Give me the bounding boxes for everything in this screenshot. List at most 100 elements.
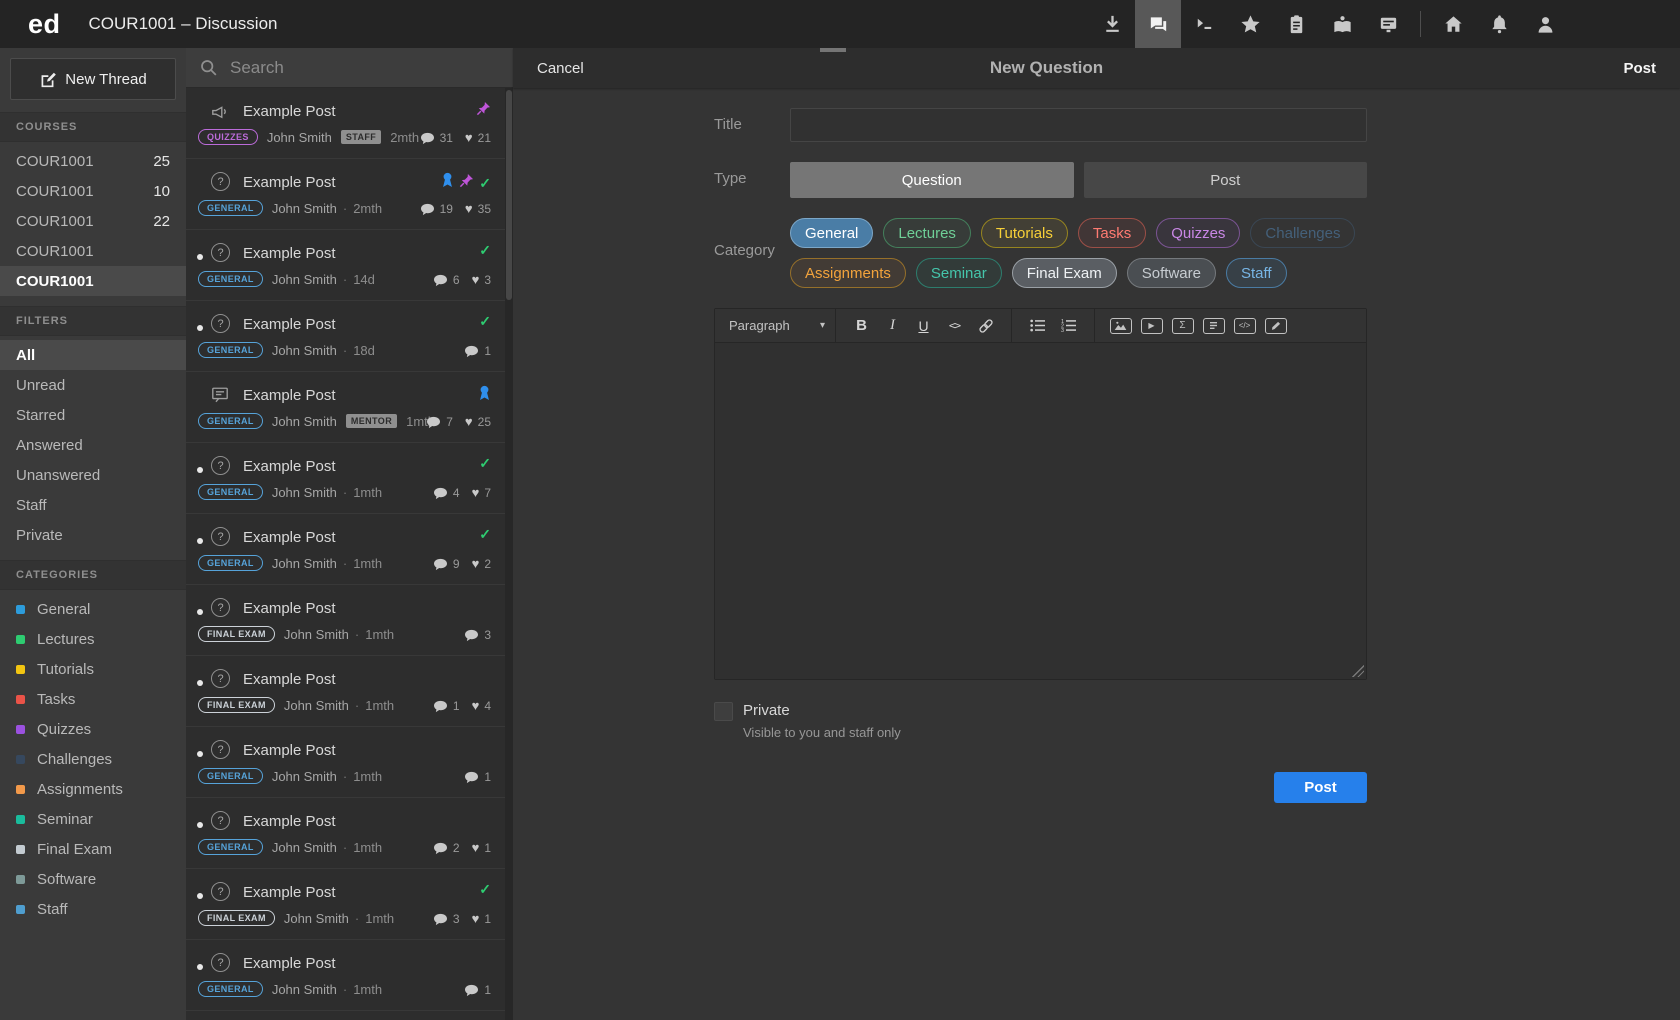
sidebar-item-course[interactable]: COUR1001: [0, 266, 186, 296]
thread-status-icons: ✓: [441, 172, 491, 193]
thread-list-item[interactable]: ? Example Post ✓ QUIZZES John Smith: [186, 88, 505, 159]
ed-logo[interactable]: ed: [28, 9, 61, 40]
sidebar-item-category[interactable]: Assignments: [0, 774, 186, 804]
post-submit-button[interactable]: Post: [1274, 772, 1367, 803]
paragraph-style-dropdown[interactable]: Paragraph ▾: [729, 318, 825, 333]
sidebar-item-filter[interactable]: Private: [0, 520, 186, 550]
thread-list-item[interactable]: ? Example Post ✓ GENERAL John Smith: [186, 443, 505, 514]
thread-list-item[interactable]: ? Example Post ✓ GENERAL John Smith: [186, 230, 505, 301]
sidebar-item-filter[interactable]: Staff: [0, 490, 186, 520]
new-thread-button[interactable]: New Thread: [10, 58, 176, 100]
sidebar-item-category[interactable]: Tutorials: [0, 654, 186, 684]
heart-count: 35: [478, 202, 491, 216]
category-chip[interactable]: Challenges: [1250, 218, 1355, 248]
panel-scrollbar-thumb[interactable]: [820, 48, 846, 52]
bullet-list-button[interactable]: [1022, 309, 1053, 342]
sidebar-item-filter[interactable]: Unanswered: [0, 460, 186, 490]
thread-list-item[interactable]: ? Example Post ✓ FINAL EXAM John Smi: [186, 585, 505, 656]
category-chip[interactable]: Lectures: [883, 218, 971, 248]
sidebar-item-category[interactable]: Tasks: [0, 684, 186, 714]
sidebar-item-category[interactable]: Final Exam: [0, 834, 186, 864]
thread-title: Example Post: [243, 671, 336, 688]
thread-list-item[interactable]: ? Example Post ✓ FINAL EXAM John Smi: [186, 656, 505, 727]
sidebar-item-course[interactable]: COUR1001 25: [0, 146, 186, 176]
thread-title: Example Post: [243, 174, 336, 191]
code-block-button[interactable]: </>: [1229, 309, 1260, 342]
account-icon[interactable]: [1522, 0, 1568, 48]
private-checkbox[interactable]: [714, 702, 733, 721]
comments-icon: [464, 771, 479, 784]
sidebar-item-category[interactable]: Challenges: [0, 744, 186, 774]
sidebar-item-category[interactable]: Software: [0, 864, 186, 894]
category-chip[interactable]: Tutorials: [981, 218, 1068, 248]
link-button[interactable]: [970, 309, 1001, 342]
type-option-button[interactable]: Post: [1084, 162, 1368, 198]
bold-button[interactable]: B: [846, 309, 877, 342]
sidebar-item-category[interactable]: Quizzes: [0, 714, 186, 744]
answered-check-icon: ✓: [479, 456, 491, 470]
category-color-dot: [16, 755, 25, 764]
inline-code-button[interactable]: <>: [939, 309, 970, 342]
category-chip[interactable]: Staff: [1226, 258, 1287, 288]
discussion-icon[interactable]: [1135, 0, 1181, 48]
thread-list-item[interactable]: ? Example Post ✓ FINAL EXAM John Smi: [186, 869, 505, 940]
home-icon[interactable]: [1430, 0, 1476, 48]
category-chip[interactable]: Assignments: [790, 258, 906, 288]
underline-button[interactable]: U: [908, 309, 939, 342]
sidebar-item-course[interactable]: COUR1001: [0, 236, 186, 266]
messages-icon[interactable]: [1365, 0, 1411, 48]
download-icon[interactable]: [1089, 0, 1135, 48]
category-chip[interactable]: Seminar: [916, 258, 1002, 288]
sidebar-item-filter[interactable]: Unread: [0, 370, 186, 400]
insert-document-button[interactable]: [1198, 309, 1229, 342]
sidebar-item-category[interactable]: Lectures: [0, 624, 186, 654]
category-chip[interactable]: Tasks: [1078, 218, 1146, 248]
meta-separator: ·: [343, 272, 347, 287]
resources-icon[interactable]: [1319, 0, 1365, 48]
category-chip[interactable]: General: [790, 218, 873, 248]
sidebar-item-filter[interactable]: All: [0, 340, 186, 370]
category-chip[interactable]: Software: [1127, 258, 1216, 288]
sidebar-item-category[interactable]: General: [0, 594, 186, 624]
question-icon: ?: [211, 456, 230, 475]
category-chip[interactable]: Quizzes: [1156, 218, 1240, 248]
hearts-group: ♥ 3: [472, 273, 491, 287]
terminal-icon[interactable]: [1181, 0, 1227, 48]
sidebar-item-filter[interactable]: Answered: [0, 430, 186, 460]
thread-time: 2mth: [353, 201, 382, 216]
search-input[interactable]: [228, 57, 500, 79]
sidebar-item-category[interactable]: Staff: [0, 894, 186, 924]
italic-button[interactable]: I: [877, 309, 908, 342]
sidebar-item-course[interactable]: COUR1001 10: [0, 176, 186, 206]
category-chip[interactable]: Final Exam: [1012, 258, 1117, 288]
thread-list-item[interactable]: ? Example Post ✓ GENERAL John Smith: [186, 372, 505, 443]
thread-list-item[interactable]: ? Example Post ✓ GENERAL John Smith: [186, 940, 505, 1011]
title-input[interactable]: [790, 108, 1367, 142]
heart-icon: ♥: [472, 487, 480, 499]
notifications-icon[interactable]: [1476, 0, 1522, 48]
resize-handle[interactable]: [1352, 665, 1364, 677]
type-option-button[interactable]: Question: [790, 162, 1074, 198]
thread-list-item[interactable]: ? Example Post ✓ GENERAL John Smith: [186, 159, 505, 230]
annotate-button[interactable]: [1260, 309, 1291, 342]
insert-video-button[interactable]: ▶: [1136, 309, 1167, 342]
thread-list-item[interactable]: ? Example Post ✓ GENERAL John Smith: [186, 514, 505, 585]
clipboard-icon[interactable]: [1273, 0, 1319, 48]
sidebar-item-filter[interactable]: Starred: [0, 400, 186, 430]
sidebar-item-category[interactable]: Seminar: [0, 804, 186, 834]
thread-list-item[interactable]: ? Example Post ✓ GENERAL John Smith: [186, 727, 505, 798]
thread-list-item[interactable]: ? Example Post ✓ GENERAL John Smith: [186, 301, 505, 372]
thread-time: 1mth: [353, 769, 382, 784]
comments-icon: [433, 700, 448, 713]
sidebar-item-course[interactable]: COUR1001 22: [0, 206, 186, 236]
numbered-list-button[interactable]: 123: [1053, 309, 1084, 342]
thread-list-item[interactable]: ? Example Post ✓ GENERAL John Smith: [186, 798, 505, 869]
post-action-button[interactable]: Post: [1623, 60, 1656, 77]
cancel-button[interactable]: Cancel: [537, 60, 584, 77]
star-icon[interactable]: [1227, 0, 1273, 48]
insert-image-button[interactable]: [1105, 309, 1136, 342]
editor-body[interactable]: [715, 343, 1366, 679]
category-badge: GENERAL: [198, 413, 263, 429]
insert-math-button[interactable]: Σ: [1167, 309, 1198, 342]
thread-list-scrollbar-thumb[interactable]: [506, 90, 512, 300]
